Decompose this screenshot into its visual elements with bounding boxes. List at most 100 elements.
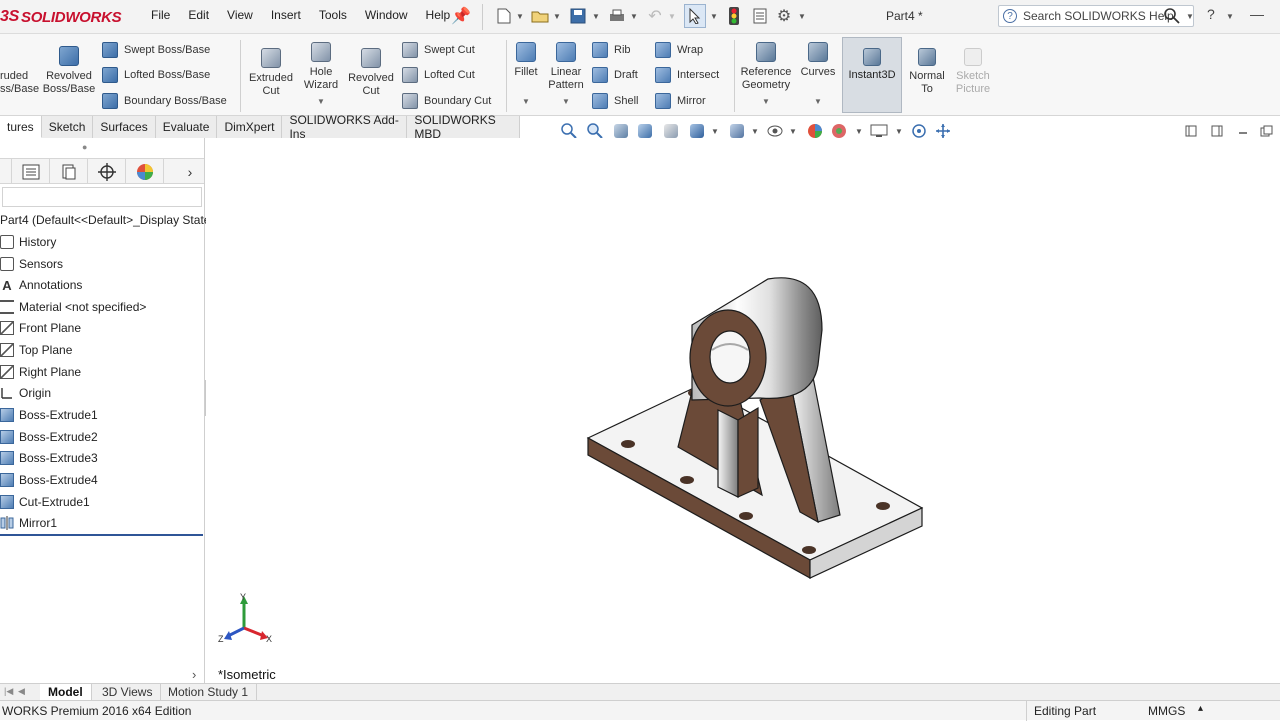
pin-icon[interactable]: 📌: [451, 5, 471, 27]
wrap-button[interactable]: Wrap: [655, 42, 703, 58]
menu-view[interactable]: View: [218, 8, 262, 22]
instant3d-button[interactable]: Instant3D: [842, 37, 902, 113]
tree-item-boss-extrude1[interactable]: Boss-Extrude1: [0, 405, 98, 425]
print-icon[interactable]: [607, 5, 627, 27]
tree-item-sensors[interactable]: Sensors: [0, 254, 63, 274]
revolved-cut-button[interactable]: Revolved Cut: [346, 48, 396, 98]
menu-edit[interactable]: Edit: [179, 8, 218, 22]
extruded-cut-button[interactable]: Extruded Cut: [246, 48, 296, 98]
graphics-area[interactable]: [206, 138, 1280, 684]
swept-boss-button[interactable]: Swept Boss/Base: [102, 42, 210, 58]
tab-sketch[interactable]: Sketch: [41, 116, 94, 138]
fillet-button[interactable]: Fillet: [510, 42, 542, 79]
tree-item-boss-extrude4[interactable]: Boss-Extrude4: [0, 470, 98, 490]
help-icon[interactable]: ?: [1207, 6, 1215, 22]
shell-button[interactable]: Shell: [592, 93, 638, 109]
feature-tree-filter-input[interactable]: [2, 187, 202, 207]
tab-3d-views[interactable]: 3D Views: [94, 684, 162, 700]
sketch-picture-button[interactable]: Sketch Picture: [950, 48, 996, 96]
tab-addins[interactable]: SOLIDWORKS Add-Ins: [282, 113, 408, 141]
solidworks-logo[interactable]: 3S SOLIDWORKS: [0, 6, 122, 28]
chevron-down-icon[interactable]: ▼: [562, 97, 570, 106]
extruded-boss-button[interactable]: ruded ss/Base: [0, 46, 39, 96]
chevron-right-icon[interactable]: ›: [192, 667, 196, 682]
configuration-manager-icon[interactable]: [50, 159, 88, 184]
chevron-down-icon[interactable]: ▼: [522, 97, 530, 106]
tree-item-boss-extrude2[interactable]: Boss-Extrude2: [0, 427, 98, 447]
tree-item-mirror1[interactable]: Mirror1: [0, 513, 57, 533]
file-properties-icon[interactable]: [750, 5, 770, 27]
chevron-down-icon[interactable]: ▼: [814, 97, 822, 106]
lofted-cut-button[interactable]: Lofted Cut: [402, 67, 475, 83]
chevron-down-icon[interactable]: ▼: [798, 5, 806, 27]
linear-pattern-button[interactable]: Linear Pattern: [544, 42, 588, 92]
open-folder-icon[interactable]: [530, 5, 550, 27]
search-icon[interactable]: [1162, 5, 1182, 27]
tab-nav-prev-icon[interactable]: ◀: [18, 686, 25, 697]
boundary-cut-button[interactable]: Boundary Cut: [402, 93, 491, 109]
tab-mbd[interactable]: SOLIDWORKS MBD: [407, 113, 520, 141]
display-manager-icon[interactable]: [126, 159, 164, 184]
menu-insert[interactable]: Insert: [262, 8, 310, 22]
dimxpert-manager-icon[interactable]: [88, 159, 126, 184]
units-selector[interactable]: MMGS: [1148, 704, 1185, 718]
menu-window[interactable]: Window: [356, 8, 417, 22]
part-model[interactable]: [206, 138, 1280, 684]
normal-to-button[interactable]: Normal To: [906, 48, 948, 96]
minimize-button[interactable]: —: [1250, 6, 1264, 22]
tab-feature-tree[interactable]: [0, 159, 12, 184]
revolved-boss-button[interactable]: Revolved Boss/Base: [42, 46, 96, 96]
intersect-button[interactable]: Intersect: [655, 67, 719, 83]
chevron-down-icon[interactable]: ▼: [317, 97, 325, 106]
tree-item-cut-extrude1[interactable]: Cut-Extrude1: [0, 492, 90, 512]
save-icon[interactable]: [568, 5, 588, 27]
chevron-down-icon[interactable]: ▼: [592, 5, 600, 27]
tab-nav-first-icon[interactable]: |◀: [4, 686, 13, 697]
chevron-right-icon[interactable]: ›: [176, 159, 204, 184]
chevron-down-icon[interactable]: ▼: [762, 97, 770, 106]
tree-item-material[interactable]: Material <not specified>: [0, 297, 146, 317]
panel-grip-icon[interactable]: ●: [82, 142, 87, 152]
hole-wizard-button[interactable]: Hole Wizard: [298, 42, 344, 92]
new-document-icon[interactable]: [494, 5, 514, 27]
tab-surfaces[interactable]: Surfaces: [93, 116, 156, 138]
rollback-bar[interactable]: [0, 534, 203, 536]
menu-file[interactable]: File: [142, 8, 179, 22]
chevron-down-icon[interactable]: ▼: [630, 5, 638, 27]
tab-motion-study-1[interactable]: Motion Study 1: [160, 684, 258, 700]
chevron-down-icon[interactable]: ▼: [1226, 5, 1234, 27]
tree-item-front-plane[interactable]: Front Plane: [0, 318, 81, 338]
tree-item-annotations[interactable]: A Annotations: [0, 275, 82, 295]
boundary-boss-button[interactable]: Boundary Boss/Base: [102, 93, 227, 109]
chevron-down-icon[interactable]: ▼: [553, 5, 561, 27]
options-gear-icon[interactable]: ⚙: [774, 5, 794, 27]
curves-button[interactable]: Curves: [798, 42, 838, 79]
reference-geometry-button[interactable]: Reference Geometry: [738, 42, 794, 92]
feature-tree-root[interactable]: Part4 (Default<<Default>_Display State: [0, 213, 210, 227]
draft-button[interactable]: Draft: [592, 67, 638, 83]
tree-item-boss-extrude3[interactable]: Boss-Extrude3: [0, 448, 98, 468]
rebuild-traffic-light-icon[interactable]: [726, 5, 742, 27]
tab-features[interactable]: tures: [0, 116, 42, 138]
tab-dimxpert[interactable]: DimXpert: [217, 116, 283, 138]
chevron-down-icon[interactable]: ▼: [516, 5, 524, 27]
chevron-up-icon[interactable]: ▴: [1198, 703, 1203, 714]
mirror-button[interactable]: Mirror: [655, 93, 706, 109]
tree-item-top-plane[interactable]: Top Plane: [0, 340, 72, 360]
tab-evaluate[interactable]: Evaluate: [155, 116, 218, 138]
property-manager-icon[interactable]: [12, 159, 50, 184]
tree-item-right-plane[interactable]: Right Plane: [0, 362, 81, 382]
swept-cut-button[interactable]: Swept Cut: [402, 42, 475, 58]
tree-item-origin[interactable]: Origin: [0, 383, 51, 403]
lofted-boss-button[interactable]: Lofted Boss/Base: [102, 67, 210, 83]
rib-button[interactable]: Rib: [592, 42, 631, 58]
tab-model[interactable]: Model: [40, 684, 92, 700]
chevron-down-icon[interactable]: ▼: [1186, 5, 1194, 27]
tree-item-label: Origin: [19, 386, 52, 400]
undo-icon[interactable]: ↶: [645, 5, 665, 27]
menu-tools[interactable]: Tools: [310, 8, 356, 22]
tree-item-history[interactable]: History: [0, 232, 56, 252]
select-cursor-icon[interactable]: [684, 4, 706, 28]
chevron-down-icon[interactable]: ▼: [710, 5, 718, 27]
chevron-down-icon[interactable]: ▼: [668, 5, 676, 27]
